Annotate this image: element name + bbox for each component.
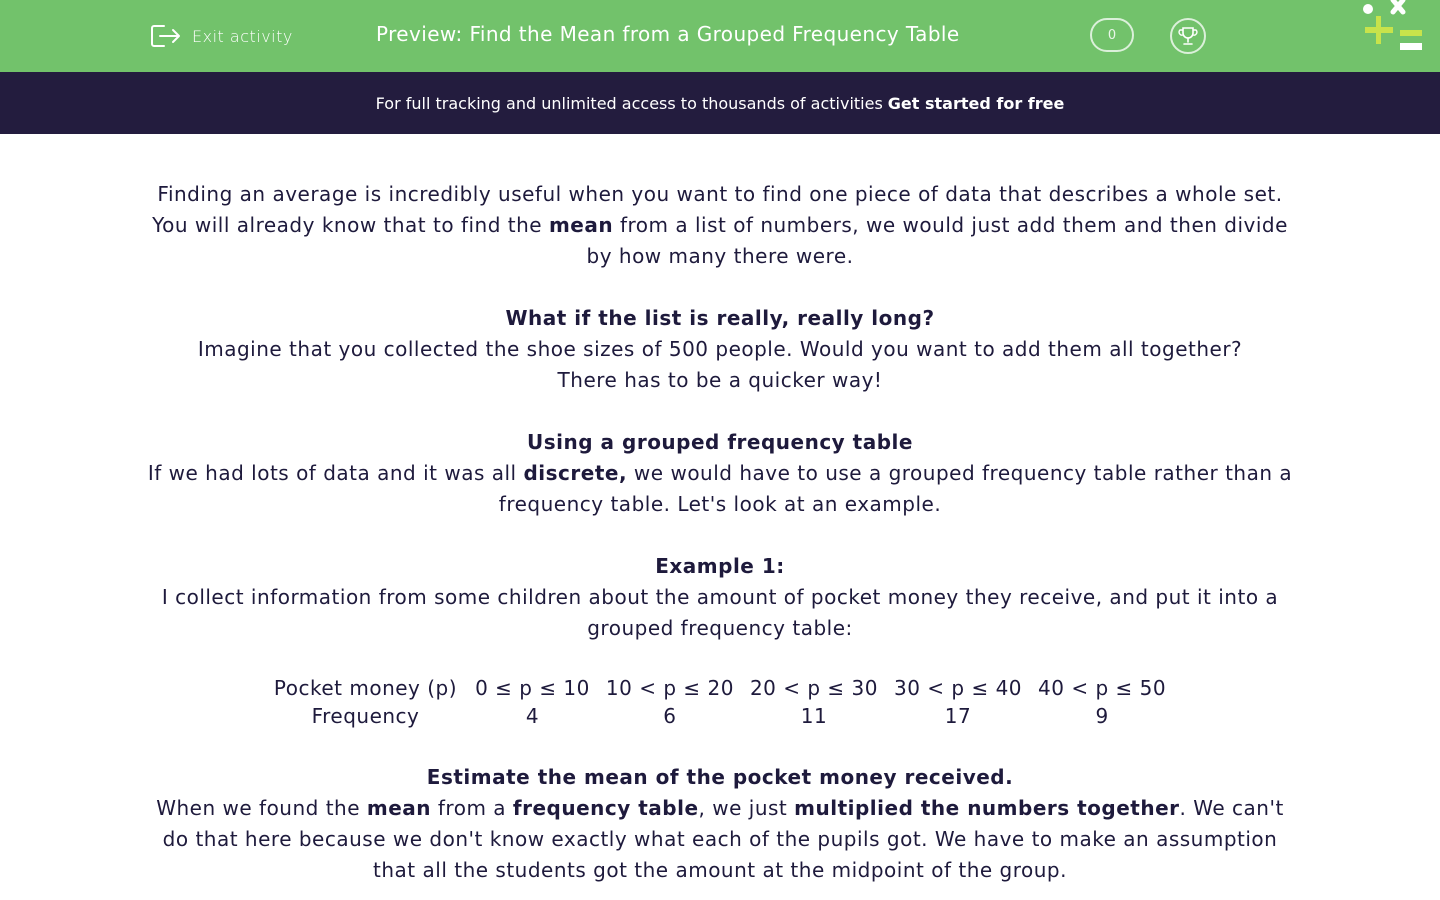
trophy-icon <box>1178 27 1198 45</box>
mean-paragraph: You will already know that to find the m… <box>152 213 1288 268</box>
table-cell: 11 <box>800 704 828 728</box>
promo-banner: For full tracking and unlimited access t… <box>0 72 1440 134</box>
table-header-pocket-money: Pocket money (p) <box>273 676 458 700</box>
example-paragraph: I collect information from some children… <box>161 585 1279 640</box>
table-cell: 6 <box>663 704 677 728</box>
table-row: Frequency 4 6 11 17 9 <box>266 702 1174 730</box>
table-row: Pocket money (p) 0 ≤ p ≤ 10 10 < p ≤ 20 … <box>266 674 1174 702</box>
lesson-content: Finding an average is incredibly useful … <box>140 134 1300 886</box>
table-cell: 30 < p ≤ 40 <box>893 676 1023 700</box>
exit-icon <box>151 25 180 47</box>
table-cell: 10 < p ≤ 20 <box>605 676 734 700</box>
table-cell: 0 ≤ p ≤ 10 <box>475 676 590 700</box>
shoe-size-paragraph: Imagine that you collected the shoe size… <box>197 337 1243 361</box>
exit-activity-button[interactable]: Exit activity <box>150 22 293 50</box>
table-cell: 20 < p ≤ 30 <box>749 676 878 700</box>
midpoint-paragraph: When we found the mean from a frequency … <box>156 796 1284 882</box>
brand-logo <box>1363 0 1422 50</box>
top-bar: Exit activity Preview: Find the Mean fro… <box>0 0 1440 72</box>
example-heading: Example 1: <box>655 554 785 578</box>
table-cell: 4 <box>525 704 540 728</box>
quicker-way-text: There has to be a quicker way! <box>557 368 883 392</box>
discrete-paragraph: If we had lots of data and it was all di… <box>147 461 1293 516</box>
promo-text: For full tracking and unlimited access t… <box>375 93 883 113</box>
intro-paragraph: Finding an average is incredibly useful … <box>157 182 1283 206</box>
table-cell: 17 <box>944 704 972 728</box>
table-header-frequency: Frequency <box>311 704 420 728</box>
table-cell: 9 <box>1095 704 1109 728</box>
trophy-button[interactable] <box>1170 18 1206 54</box>
grouped-frequency-table: Pocket money (p) 0 ≤ p ≤ 10 10 < p ≤ 20 … <box>266 674 1174 730</box>
get-started-link[interactable]: Get started for free <box>888 94 1065 113</box>
exit-activity-label: Exit activity <box>192 26 293 46</box>
table-cell: 40 < p ≤ 50 <box>1038 676 1167 700</box>
score-badge: 0 <box>1090 18 1134 52</box>
estimate-heading: Estimate the mean of the pocket money re… <box>426 765 1014 789</box>
long-list-heading: What if the list is really, really long? <box>505 306 935 330</box>
page-title: Preview: Find the Mean from a Grouped Fr… <box>376 22 960 46</box>
grouped-table-heading: Using a grouped frequency table <box>527 430 913 454</box>
